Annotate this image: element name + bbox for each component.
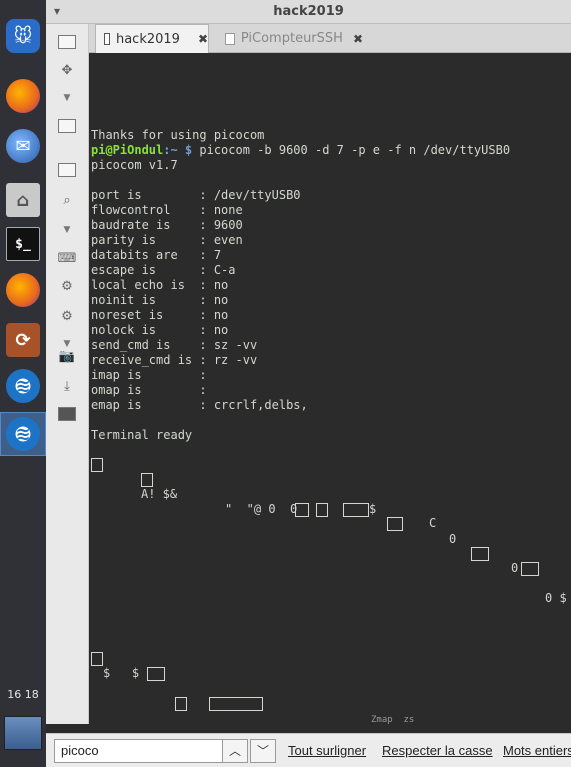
garbage-box: [141, 472, 153, 487]
window-titlebar[interactable]: ▾ hack2019: [46, 0, 571, 24]
terminal-tab-icon: [225, 32, 235, 45]
find-previous-button[interactable]: ︿: [222, 739, 248, 763]
terminal-line: databits are : 7: [91, 248, 222, 262]
garbage-text: $ $: [103, 666, 140, 680]
terminal-tab-icon: [104, 33, 110, 45]
download-icon[interactable]: ⤓: [56, 376, 78, 396]
match-case-toggle[interactable]: Respecter la casse: [382, 743, 493, 758]
zoom-window-icon[interactable]: ⌕: [56, 190, 78, 210]
terminal-prompt-line: pi@PiOndul:~ $ picocom -b 9600 -d 7 -p e…: [91, 143, 510, 158]
garbage-box: [175, 696, 263, 711]
garbage-box: [91, 457, 103, 472]
chevron-down-icon[interactable]: ▼: [56, 220, 78, 240]
terminal-line: picocom v1.7: [91, 158, 178, 172]
garbage-text: 0 $: [545, 591, 567, 605]
terminal-line: port is : /dev/ttyUSB0: [91, 188, 301, 202]
garbage-text: 0: [449, 532, 457, 546]
show-desktop-button[interactable]: [4, 716, 42, 750]
firefox-launcher-2[interactable]: [0, 268, 46, 312]
firefox-icon: [6, 79, 40, 113]
garbage-box: [147, 666, 165, 681]
xfce-icon: 🐭: [6, 19, 40, 53]
tab-hack2019[interactable]: hack2019 ✖: [95, 24, 209, 53]
prompt-path: :~ $: [163, 143, 193, 157]
keyboard-icon[interactable]: ⌨: [56, 248, 78, 268]
new-tab-icon[interactable]: [56, 32, 78, 52]
folder-home-icon: ⌂: [6, 183, 40, 217]
garbage-text: Zmap zs: [371, 715, 415, 724]
terminal-line: send_cmd is : sz -vv: [91, 338, 258, 352]
terminal-line: baudrate is : 9600: [91, 218, 243, 232]
prompt-command: picocom -b 9600 -d 7 -p e -f n /dev/ttyU…: [192, 143, 511, 157]
terminal-line: emap is : crcrlf,delbs,: [91, 398, 308, 412]
app-launcher-active[interactable]: ≋: [0, 412, 46, 456]
clock: 16 18: [7, 688, 39, 701]
tab-label: hack2019: [115, 31, 180, 47]
garbage-box: [91, 651, 103, 666]
terminal-line: nolock is : no: [91, 323, 229, 337]
garbage-text: C: [429, 516, 437, 530]
terminal-launcher[interactable]: $_: [0, 222, 46, 266]
garbage-box: [521, 561, 539, 576]
xfce-launcher[interactable]: 🐭: [0, 14, 46, 58]
terminal-line: omap is :: [91, 383, 207, 397]
garbage-text: A! $&: [141, 487, 178, 501]
terminal-line: local echo is : no: [91, 278, 229, 292]
kodi-like-icon: ≋: [6, 417, 40, 451]
prompt-user: pi@PiOndul: [91, 143, 164, 157]
close-icon[interactable]: ✖: [198, 32, 208, 46]
window-title: hack2019: [273, 4, 344, 19]
gear-icon[interactable]: ⚙: [56, 276, 78, 296]
gears-icon[interactable]: ⚙: [56, 306, 78, 326]
garbage-box: [387, 516, 403, 531]
sync-icon: ⟳: [6, 323, 40, 357]
camera-icon[interactable]: 📷: [56, 346, 78, 366]
tab-bar: hack2019 ✖ PiCompteurSSH ✖: [89, 24, 571, 53]
garbage-box: [471, 546, 489, 561]
app-launcher[interactable]: ≋: [0, 364, 46, 408]
thunderbird-launcher[interactable]: ✉: [0, 124, 46, 168]
terminal-line: imap is :: [91, 368, 207, 382]
highlight-all-toggle[interactable]: Tout surligner: [288, 743, 366, 758]
terminal-icon: $_: [6, 227, 40, 261]
garbage-text: $: [369, 502, 377, 516]
terminal-output[interactable]: Thanks for using picocom pi@PiOndul:~ $ …: [89, 53, 571, 724]
firefox-launcher[interactable]: [0, 74, 46, 118]
terminal-line: escape is : C-a: [91, 263, 236, 277]
sync-launcher[interactable]: ⟳: [0, 318, 46, 362]
dock: 🐭 ✉ ⌂ $_ ⟳ ≋ ≋ 16 18: [0, 0, 46, 767]
garbage-text: " "@ 0 0: [225, 502, 298, 516]
terminal-line: Thanks for using picocom: [91, 128, 265, 142]
find-next-button[interactable]: ﹀: [250, 739, 276, 763]
thunderbird-icon: ✉: [6, 129, 40, 163]
layers-icon[interactable]: [56, 404, 78, 424]
copy-icon[interactable]: [56, 116, 78, 136]
terminal-line: Terminal ready: [91, 428, 193, 442]
close-icon[interactable]: ✖: [353, 32, 363, 46]
window-icon[interactable]: [56, 160, 78, 180]
chevron-down-icon[interactable]: ▼: [56, 88, 78, 108]
terminal-line: noinit is : no: [91, 293, 229, 307]
terminal-line: flowcontrol : none: [91, 203, 243, 217]
kodi-like-icon: ≋: [6, 369, 40, 403]
garbage-text: 0: [511, 561, 519, 575]
garbage-box: [295, 502, 369, 517]
terminal-line: receive_cmd is : rz -vv: [91, 353, 258, 367]
terminal-line: parity is : even: [91, 233, 243, 247]
whole-words-toggle[interactable]: Mots entiers: [503, 743, 571, 758]
search-input[interactable]: picoco: [54, 739, 224, 763]
tab-label: PiCompteurSSH: [240, 31, 343, 46]
firefox-icon: [6, 273, 40, 307]
tab-picompteurssh[interactable]: PiCompteurSSH ✖: [217, 24, 363, 53]
terminal-line: noreset is : no: [91, 308, 229, 322]
move-icon[interactable]: ✥: [56, 60, 78, 80]
side-toolbar: ✥ ▼ ⌕ ▼ ⌨ ⚙ ⚙ ▼ 📷 ⤓: [46, 24, 89, 724]
files-launcher[interactable]: ⌂: [0, 178, 46, 222]
find-bar: picoco ︿ ﹀ Tout surligner Respecter la c…: [46, 733, 571, 767]
